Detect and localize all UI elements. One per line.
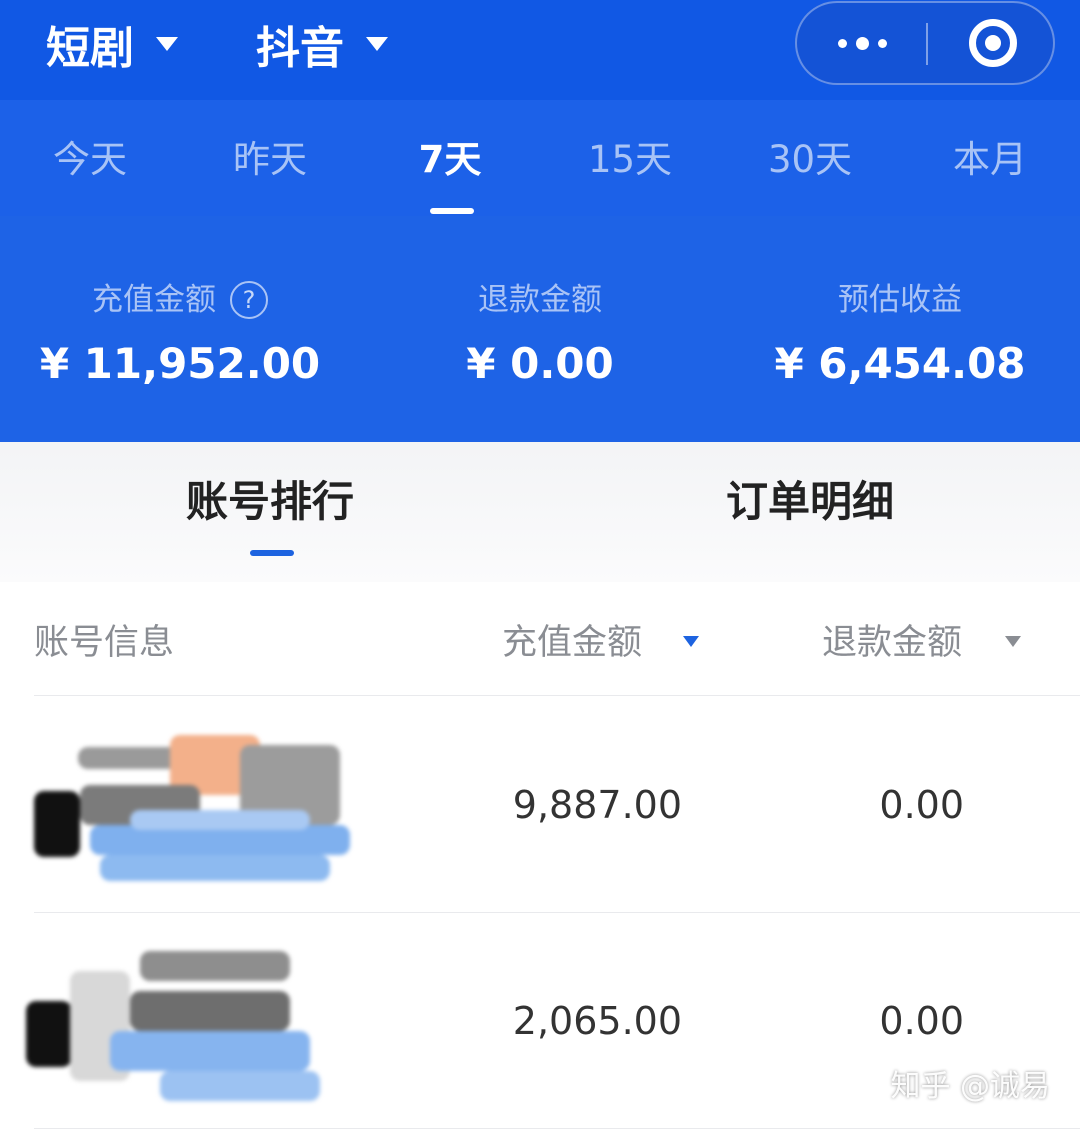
caret-down-icon <box>156 37 178 51</box>
stat-recharge: 充值金额 ? ¥ 11,952.00 <box>0 278 360 390</box>
platform-selector[interactable]: 抖音 <box>256 14 388 74</box>
sort-desc-icon[interactable] <box>1005 636 1021 647</box>
top-bar: 短剧 抖音 <box>0 0 1080 100</box>
target-circle-icon[interactable] <box>969 19 1017 67</box>
header: 短剧 抖音 今天 昨天 7天 15天 30天 本月 充值金额 ? ¥ 11,95… <box>0 0 1080 442</box>
stat-recharge-label: 充值金额 <box>92 282 216 318</box>
stat-refund: 退款金额 ¥ 0.00 <box>360 278 720 390</box>
refund-amount-cell: 0.00 <box>879 783 964 827</box>
table-header: 账号信息 充值金额 退款金额 <box>0 600 1080 690</box>
column-recharge-amount[interactable]: 充值金额 <box>502 620 642 666</box>
platform-selector-label: 抖音 <box>256 23 344 74</box>
tab-order-details[interactable]: 订单明细 <box>630 472 990 532</box>
tab-yesterday[interactable]: 昨天 <box>200 136 340 184</box>
stat-recharge-value: ¥ 11,952.00 <box>39 339 321 388</box>
caret-down-icon <box>366 37 388 51</box>
tab-account-ranking[interactable]: 账号排行 <box>90 472 450 532</box>
tab-this-month[interactable]: 本月 <box>920 136 1060 184</box>
recharge-amount-cell: 2,065.00 <box>512 999 682 1043</box>
active-content-tab-indicator <box>250 550 294 556</box>
divider <box>34 1128 1080 1129</box>
column-account-info: 账号信息 <box>34 623 175 663</box>
column-refund-amount[interactable]: 退款金额 <box>822 620 962 666</box>
tab-30-days[interactable]: 30天 <box>740 136 880 184</box>
divider <box>34 695 1080 696</box>
stat-estimated-income-value: ¥ 6,454.08 <box>774 339 1026 388</box>
stat-estimated-income: 预估收益 ¥ 6,454.08 <box>720 278 1080 390</box>
content-tabs: 账号排行 订单明细 <box>0 442 1080 582</box>
more-dots-icon[interactable] <box>797 3 927 83</box>
stat-refund-label: 退款金额 <box>478 282 602 318</box>
active-tab-indicator <box>430 208 474 214</box>
refund-amount-cell: 0.00 <box>879 999 964 1043</box>
recharge-amount-cell: 9,887.00 <box>512 783 682 827</box>
sort-desc-icon[interactable] <box>683 636 699 647</box>
capsule-divider <box>926 23 928 65</box>
stat-estimated-income-label: 预估收益 <box>838 282 962 318</box>
tab-today[interactable]: 今天 <box>20 136 160 184</box>
table-row[interactable]: 9,887.00 0.00 <box>0 697 1080 913</box>
genre-selector-label: 短剧 <box>46 23 134 74</box>
stat-refund-value: ¥ 0.00 <box>466 339 614 388</box>
account-info-redacted <box>26 931 370 1121</box>
tab-15-days[interactable]: 15天 <box>560 136 700 184</box>
genre-selector[interactable]: 短剧 <box>46 14 178 74</box>
watermark: 知乎 @诚易 <box>890 1069 1050 1104</box>
period-tabs: 今天 昨天 7天 15天 30天 本月 <box>0 100 1080 216</box>
miniprogram-capsule <box>795 1 1055 85</box>
tab-7-days[interactable]: 7天 <box>380 136 520 184</box>
account-info-redacted <box>30 715 370 905</box>
help-icon[interactable]: ? <box>230 281 268 319</box>
